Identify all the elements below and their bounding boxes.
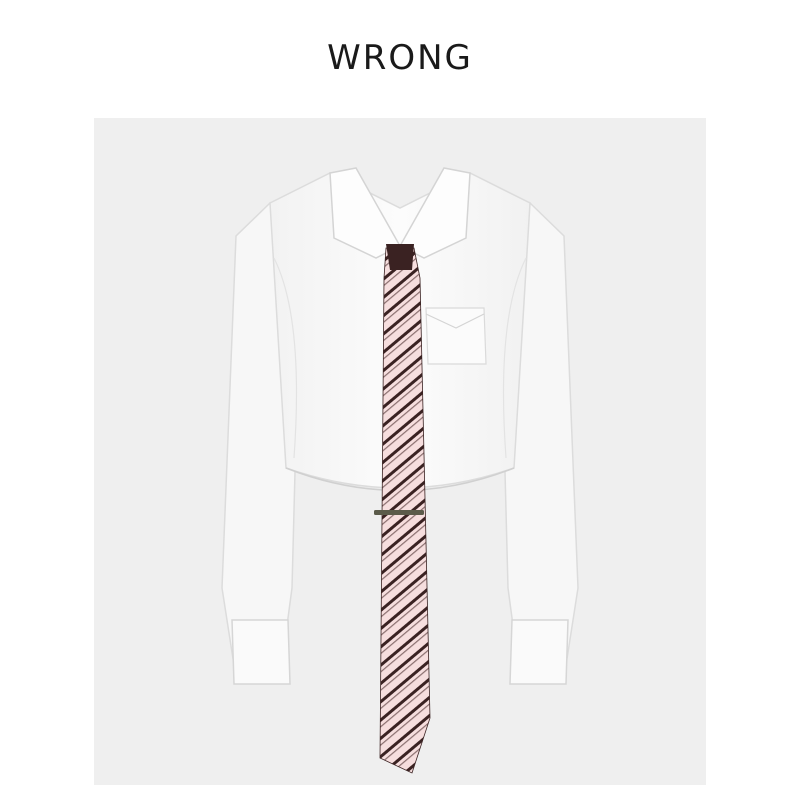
left-cuff (231, 619, 291, 685)
tie-knot (386, 244, 414, 270)
chest-pocket (425, 307, 487, 365)
right-cuff (509, 619, 569, 685)
brand-logo: WRONG (327, 38, 473, 78)
shirt-illustration (221, 167, 579, 774)
product-image (94, 118, 706, 785)
tie-clip (374, 510, 424, 515)
